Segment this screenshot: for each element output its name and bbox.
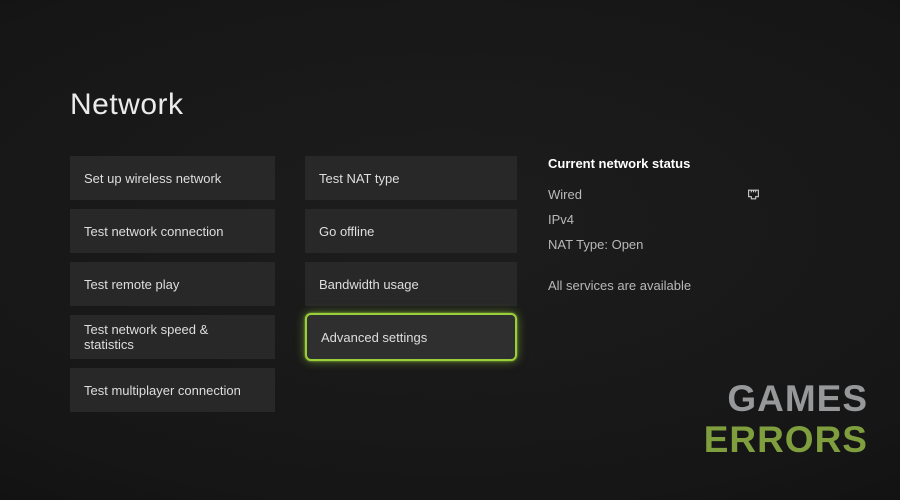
button-test-multiplayer-connection[interactable]: Test multiplayer connection: [70, 368, 275, 412]
status-row-ip: IPv4: [548, 212, 760, 227]
status-row-nat: NAT Type: Open: [548, 237, 760, 252]
button-set-up-wireless-network[interactable]: Set up wireless network: [70, 156, 275, 200]
middle-button-column: Test NAT type Go offline Bandwidth usage…: [305, 156, 517, 359]
network-status-panel: Current network status Wired IPv4 NAT Ty…: [548, 156, 760, 293]
watermark-line-games: GAMES: [704, 378, 868, 419]
ip-version-label: IPv4: [548, 212, 574, 227]
page-title: Network: [70, 88, 184, 122]
button-advanced-settings[interactable]: Advanced settings: [305, 313, 517, 361]
button-test-nat-type[interactable]: Test NAT type: [305, 156, 517, 200]
button-test-remote-play[interactable]: Test remote play: [70, 262, 275, 306]
watermark: GAMES ERRORS: [704, 378, 868, 460]
ethernet-icon: [747, 188, 760, 201]
nat-type-label: NAT Type: Open: [548, 237, 643, 252]
network-settings-screen: Network Set up wireless network Test net…: [0, 0, 900, 500]
button-test-network-speed-statistics[interactable]: Test network speed & statistics: [70, 315, 275, 359]
services-status-label: All services are available: [548, 278, 760, 293]
button-go-offline[interactable]: Go offline: [305, 209, 517, 253]
button-test-network-connection[interactable]: Test network connection: [70, 209, 275, 253]
status-row-connection: Wired: [548, 187, 760, 202]
status-header: Current network status: [548, 156, 760, 171]
watermark-line-errors: ERRORS: [704, 419, 868, 460]
connection-type-label: Wired: [548, 187, 582, 202]
button-bandwidth-usage[interactable]: Bandwidth usage: [305, 262, 517, 306]
left-button-column: Set up wireless network Test network con…: [70, 156, 275, 412]
